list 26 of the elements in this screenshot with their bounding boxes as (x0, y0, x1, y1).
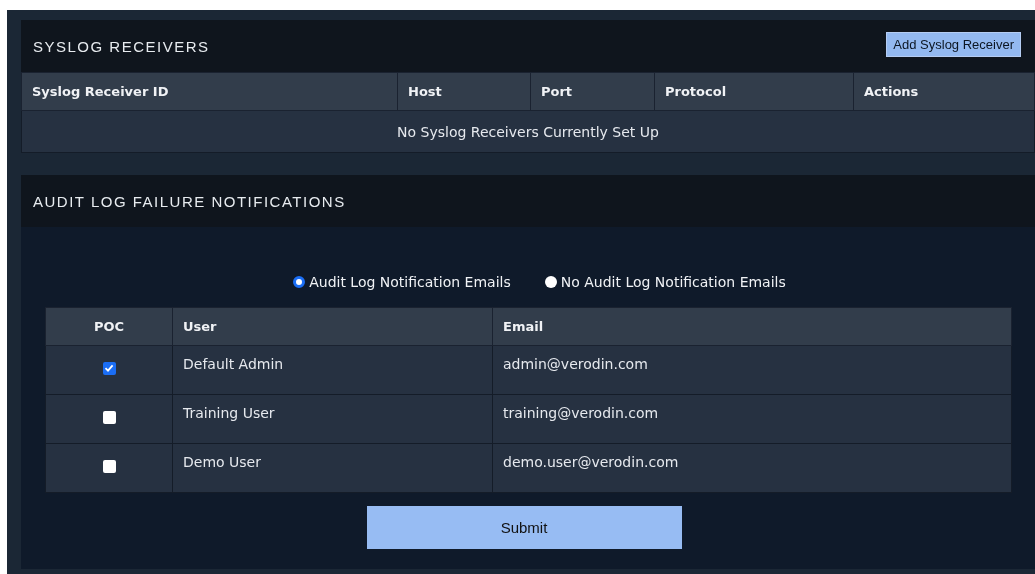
table-cell: demo.user@verodin.com (492, 443, 1012, 493)
section-title: AUDIT LOG FAILURE NOTIFICATIONS (33, 192, 346, 210)
table-cell: admin@verodin.com (492, 345, 1012, 395)
radio-button[interactable] (293, 276, 306, 288)
empty-message: No Syslog Receivers Currently Set Up (21, 110, 1035, 153)
column-header: Host (397, 72, 531, 111)
column-header: Protocol (654, 72, 854, 111)
table-cell: training@verodin.com (492, 394, 1012, 444)
radio-button[interactable] (544, 276, 557, 288)
radio-label: No Audit Log Notification Emails (560, 274, 786, 290)
table-cell: Training User (172, 394, 493, 444)
checkbox[interactable] (102, 459, 116, 473)
add-syslog-receiver-button[interactable]: Add Syslog Receiver (886, 31, 1021, 57)
column-header: POC (45, 307, 173, 346)
section-title: SYSLOG RECEIVERS (33, 37, 210, 55)
table-cell: Default Admin (172, 345, 493, 395)
submit-button[interactable]: Submit (366, 506, 682, 549)
table-cell: Demo User (172, 443, 493, 493)
column-header: Syslog Receiver ID (21, 72, 398, 111)
column-header: User (172, 307, 493, 346)
checkbox[interactable] (102, 410, 116, 424)
column-header: Actions (853, 72, 1035, 111)
radio-label: Audit Log Notification Emails (309, 274, 511, 290)
column-header: Email (492, 307, 1012, 346)
column-header: Port (530, 72, 655, 111)
checkbox[interactable] (102, 361, 116, 375)
